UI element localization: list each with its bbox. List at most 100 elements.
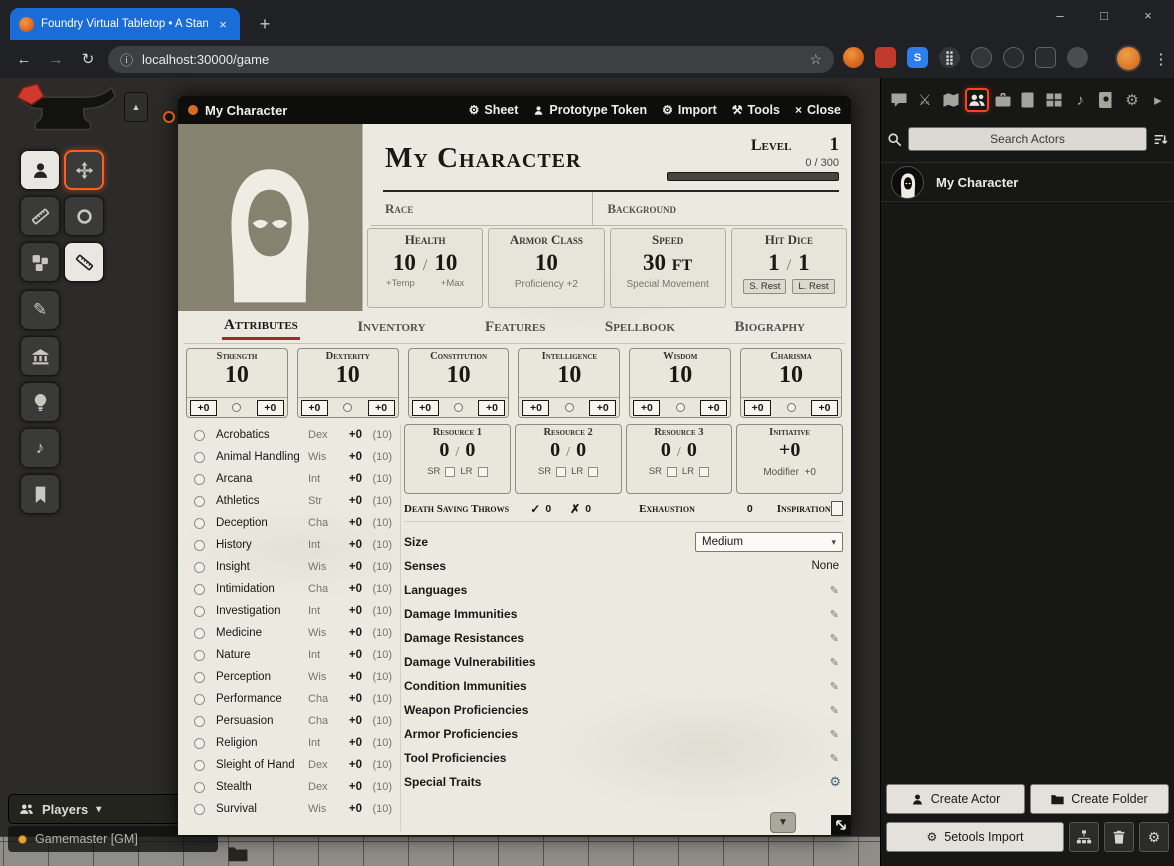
ability-constitution[interactable]: Constitution10+0+0 bbox=[408, 348, 510, 418]
resource-max[interactable]: 0 bbox=[465, 439, 475, 462]
edit-icon[interactable]: ✎ bbox=[830, 632, 839, 645]
edit-icon[interactable]: ✎ bbox=[830, 680, 839, 693]
prototype-token-button[interactable]: Prototype Token bbox=[533, 103, 647, 117]
sr-checkbox[interactable] bbox=[445, 467, 455, 477]
long-rest-button[interactable]: L. Rest bbox=[792, 279, 834, 294]
tab-combat[interactable]: ⚔ bbox=[913, 88, 937, 112]
proficiency-toggle[interactable] bbox=[194, 474, 205, 485]
skill-row[interactable]: InvestigationInt+0(10) bbox=[186, 600, 396, 622]
extension-icon[interactable] bbox=[971, 47, 992, 68]
bookmark-star-icon[interactable]: ☆ bbox=[809, 51, 822, 68]
close-window-icon[interactable]: × bbox=[1126, 8, 1170, 23]
proficiency-toggle[interactable] bbox=[194, 650, 205, 661]
ability-dexterity[interactable]: Dexterity10+0+0 bbox=[297, 348, 399, 418]
edit-icon[interactable]: ✎ bbox=[830, 656, 839, 669]
background-input[interactable] bbox=[686, 202, 841, 216]
hp-max[interactable]: 10 bbox=[434, 250, 457, 276]
character-portrait[interactable] bbox=[178, 124, 363, 311]
character-name[interactable]: My Character bbox=[385, 142, 581, 175]
skill-row[interactable]: StealthDex+0(10) bbox=[186, 776, 396, 798]
ability-mod[interactable]: +0 bbox=[190, 400, 217, 416]
ability-mod[interactable]: +0 bbox=[301, 400, 328, 416]
speed-value[interactable]: 30 ft bbox=[643, 250, 692, 276]
skill-row[interactable]: ReligionInt+0(10) bbox=[186, 732, 396, 754]
window-titlebar[interactable]: My Character ⚙Sheet Prototype Token ⚙Imp… bbox=[178, 96, 851, 124]
browser-tab[interactable]: Foundry Virtual Tabletop • A Stan × bbox=[10, 8, 240, 40]
lr-checkbox[interactable] bbox=[588, 467, 598, 477]
save-proficiency-pip[interactable] bbox=[232, 403, 241, 412]
browser-menu-icon[interactable]: ⋮ bbox=[1152, 48, 1170, 72]
tab-inventory[interactable]: Inventory bbox=[355, 316, 427, 339]
initiative-modifier[interactable]: +0 bbox=[804, 467, 815, 478]
ability-charisma[interactable]: Charisma10+0+0 bbox=[740, 348, 842, 418]
size-select[interactable]: Medium▾ bbox=[695, 532, 843, 552]
skill-row[interactable]: InsightWis+0(10) bbox=[186, 556, 396, 578]
address-bar[interactable]: ⓘ localhost:30000/game ☆ bbox=[108, 46, 834, 73]
edit-icon[interactable]: ✎ bbox=[830, 728, 839, 741]
delete-button[interactable] bbox=[1104, 822, 1134, 852]
extension-icon[interactable] bbox=[1067, 47, 1088, 68]
close-button[interactable]: ×Close bbox=[795, 103, 841, 117]
tab-tables[interactable] bbox=[1042, 88, 1066, 112]
create-folder-button[interactable]: Create Folder bbox=[1030, 784, 1169, 814]
collapse-controls-button[interactable]: ▲ bbox=[124, 92, 148, 122]
tab-actors[interactable] bbox=[965, 88, 989, 112]
skill-row[interactable]: Animal HandlingWis+0(10) bbox=[186, 446, 396, 468]
death-success-count[interactable]: 0 bbox=[545, 503, 551, 515]
save-proficiency-pip[interactable] bbox=[787, 403, 796, 412]
extension-icon[interactable] bbox=[1035, 47, 1056, 68]
drawing-tool-button[interactable]: ✎ bbox=[20, 290, 60, 330]
tab-items[interactable] bbox=[991, 88, 1015, 112]
sr-checkbox[interactable] bbox=[556, 467, 566, 477]
level-value[interactable]: 1 bbox=[830, 134, 840, 156]
special-movement[interactable]: Special Movement bbox=[611, 279, 725, 290]
extension-icon[interactable] bbox=[1003, 47, 1024, 68]
edit-icon[interactable]: ✎ bbox=[830, 584, 839, 597]
collapse-sidebar-icon[interactable]: ▸ bbox=[1146, 88, 1170, 112]
proficiency-toggle[interactable] bbox=[194, 672, 205, 683]
tab-features[interactable]: Features bbox=[483, 316, 547, 339]
tab-journal[interactable] bbox=[1016, 88, 1040, 112]
ability-save[interactable]: +0 bbox=[478, 400, 505, 416]
race-input[interactable] bbox=[423, 202, 578, 216]
config-gear-icon[interactable]: ⚙ bbox=[829, 774, 841, 790]
extension-icon[interactable]: ⣿ bbox=[939, 47, 960, 68]
sounds-tool-button[interactable]: ♪ bbox=[20, 428, 60, 468]
folder-tree-button[interactable] bbox=[1069, 822, 1099, 852]
ability-strength[interactable]: Strength10+0+0 bbox=[186, 348, 288, 418]
dice-tool-button[interactable] bbox=[20, 242, 60, 282]
refresh-icon[interactable]: ↻ bbox=[76, 48, 100, 72]
skill-row[interactable]: ArcanaInt+0(10) bbox=[186, 468, 396, 490]
death-success-icon[interactable]: ✓ bbox=[530, 502, 540, 516]
ability-save[interactable]: +0 bbox=[589, 400, 616, 416]
ability-save[interactable]: +0 bbox=[811, 400, 838, 416]
resource-value[interactable]: 0 bbox=[550, 439, 560, 462]
proficiency-toggle[interactable] bbox=[194, 738, 205, 749]
proficiency-toggle[interactable] bbox=[194, 628, 205, 639]
sr-checkbox[interactable] bbox=[667, 467, 677, 477]
skill-row[interactable]: DeceptionCha+0(10) bbox=[186, 512, 396, 534]
ability-wisdom[interactable]: Wisdom10+0+0 bbox=[629, 348, 731, 418]
proficiency-toggle[interactable] bbox=[194, 430, 205, 441]
hd-max[interactable]: 1 bbox=[798, 250, 810, 276]
edit-icon[interactable]: ✎ bbox=[830, 752, 839, 765]
folder-icon[interactable] bbox=[228, 846, 248, 862]
ability-mod[interactable]: +0 bbox=[412, 400, 439, 416]
measure-tool-button[interactable] bbox=[64, 242, 104, 282]
skill-row[interactable]: Sleight of HandDex+0(10) bbox=[186, 754, 396, 776]
skill-row[interactable]: PerceptionWis+0(10) bbox=[186, 666, 396, 688]
maximize-icon[interactable]: □ bbox=[1082, 8, 1126, 23]
ability-mod[interactable]: +0 bbox=[744, 400, 771, 416]
actor-avatar[interactable] bbox=[891, 166, 924, 199]
death-failure-count[interactable]: 0 bbox=[585, 503, 591, 515]
proficiency-toggle[interactable] bbox=[194, 452, 205, 463]
create-actor-button[interactable]: Create Actor bbox=[886, 784, 1025, 814]
resource-max[interactable]: 0 bbox=[576, 439, 586, 462]
edit-icon[interactable]: ✎ bbox=[830, 704, 839, 717]
import-button[interactable]: ⚙Import bbox=[662, 103, 717, 117]
extension-icon[interactable] bbox=[875, 47, 896, 68]
ability-intelligence[interactable]: Intelligence10+0+0 bbox=[518, 348, 620, 418]
proficiency-toggle[interactable] bbox=[194, 606, 205, 617]
lighting-tool-button[interactable] bbox=[20, 382, 60, 422]
actor-name[interactable]: My Character bbox=[936, 175, 1018, 190]
